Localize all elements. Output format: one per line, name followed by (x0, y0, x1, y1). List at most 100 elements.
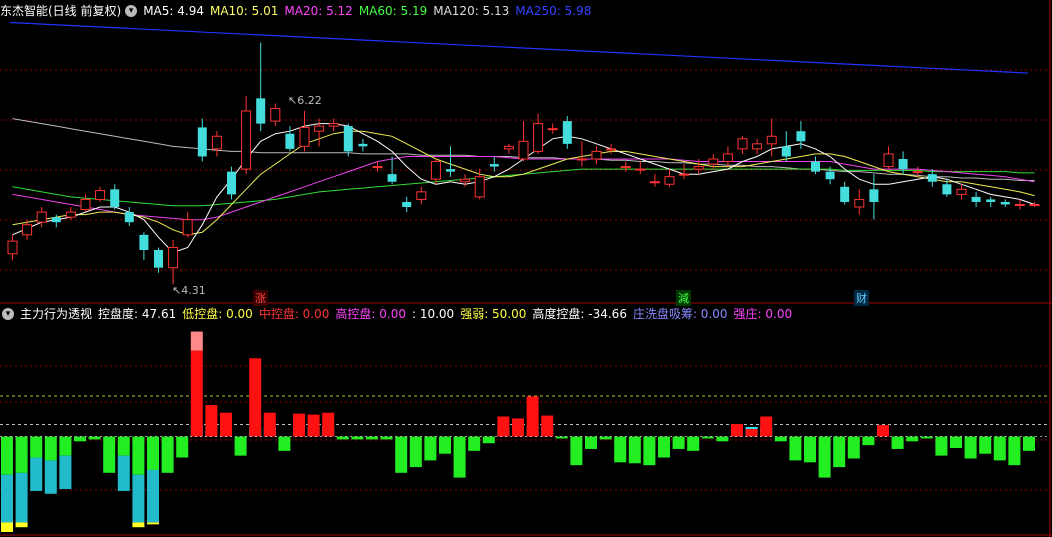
indicator-bar-negative (804, 436, 816, 463)
candle-body (679, 173, 690, 176)
candle-body (270, 107, 281, 122)
indicator-bar-negative (672, 436, 685, 449)
indicator-bar-negative (482, 436, 495, 444)
candle-body (22, 224, 33, 236)
candle-body (547, 128, 558, 131)
indicator-bar-negative (453, 436, 466, 478)
indicator-bar-negative (132, 436, 145, 475)
candle-body (927, 174, 937, 182)
indicator-bar-negative (687, 436, 700, 451)
chevron-down-icon[interactable]: ▾ (2, 308, 14, 320)
candle-body (606, 148, 617, 151)
indicator-bar-negative (1023, 436, 1035, 451)
indicator-bar-negative (234, 436, 247, 456)
indicator-bar-positive (526, 396, 539, 437)
indicator-bar-negative (979, 436, 992, 454)
indicator-bar-cyan (15, 472, 28, 523)
candle-body (942, 184, 952, 195)
candle-body (722, 153, 733, 163)
candle-body (168, 246, 179, 269)
indicator-bar-negative (818, 436, 831, 478)
candle-body (518, 140, 529, 160)
candle-body (752, 143, 763, 150)
candle-body (256, 98, 266, 124)
indicator-bar-yellow (132, 522, 145, 528)
indicator-bar-negative (30, 436, 43, 458)
candle-body (139, 234, 149, 250)
indicator-bar-negative (351, 436, 364, 440)
candle-body (402, 201, 412, 208)
indicator-bar-positive (541, 415, 554, 437)
indicator-bar-negative (74, 436, 86, 442)
indicator-bar-negative (147, 436, 159, 470)
event-tag-finance[interactable]: 财 (854, 290, 869, 306)
candle-body (883, 153, 894, 168)
indicator-legend-item-2: 中控盘: 0.00 (258, 307, 330, 321)
candle-body (474, 176, 485, 198)
candle-body (986, 199, 996, 202)
ma-legend-item-1: MA10: 5.01 (209, 4, 279, 18)
indicator-bar-positive (293, 413, 305, 437)
candle-body (649, 181, 660, 184)
indicator-bar-negative (424, 436, 437, 461)
candle-body (328, 123, 339, 127)
indicator-legend-item-6: 高度控盘: -34.66 (532, 307, 627, 321)
low-price-value: 4.31 (181, 284, 206, 297)
indicator-bar-negative (599, 436, 612, 440)
event-tag-rise[interactable]: 涨 (253, 290, 268, 306)
candle-body (489, 164, 499, 167)
ma-legend-item-3: MA60: 5.19 (358, 4, 428, 18)
indicator-bar-yellow (15, 522, 28, 528)
high-price-label: ↖6.22 (288, 94, 322, 107)
indicator-bar-negative (395, 436, 408, 473)
candle-body (591, 150, 602, 160)
indicator-bar-negative (278, 436, 291, 451)
candle-body (197, 127, 207, 157)
indicator-bar-positive (512, 418, 524, 437)
candle-body (241, 110, 252, 170)
candle-body (766, 135, 777, 145)
indicator-bar-negative (891, 436, 904, 449)
candle-body (51, 217, 61, 223)
indicator-legend-item-8: 强庄: 0.00 (733, 307, 793, 321)
indicator-legend-item-7: 庄洗盘吸筹: 0.00 (632, 307, 728, 321)
indicator-bar-negative (1, 436, 13, 475)
candle-body (343, 126, 353, 152)
candle-body (446, 169, 455, 172)
candle-body (314, 125, 325, 132)
indicator-bar-negative (380, 436, 393, 440)
event-tag-reduce[interactable]: 減 (676, 290, 691, 306)
low-price-label: ↖4.31 (172, 284, 206, 297)
indicator-bar-negative (993, 436, 1006, 461)
indicator-bar-negative (570, 436, 583, 466)
candle-body (285, 133, 295, 149)
indicator-header: ▾ 主力行为透视 控盘度: 47.61 低控盘: 0.00 中控盘: 0.00 高控盘… (0, 306, 804, 322)
indicator-bar-yellow (1, 522, 13, 532)
candle-body (299, 126, 310, 147)
indicator-bar-negative (789, 436, 802, 461)
indicator-bar-yellow (147, 522, 159, 525)
indicator-bar-negative (585, 436, 597, 449)
candle-body (562, 121, 572, 144)
candle-body (460, 178, 471, 183)
indicator-bar-negative (15, 436, 28, 473)
chevron-down-icon[interactable]: ▾ (125, 5, 138, 17)
candle-body (154, 249, 163, 268)
indicator-bar-cyan (30, 457, 43, 491)
candle-body (533, 123, 544, 152)
stock-title[interactable]: 东杰智能(日线 前复权) (0, 3, 121, 19)
indicator-bar-negative (336, 436, 349, 440)
high-price-value: 6.22 (297, 94, 322, 107)
indicator-bar-negative (906, 436, 919, 442)
indicator-bar-positive (497, 416, 510, 437)
indicator-title[interactable]: 主力行为透视 (20, 306, 92, 322)
ma-legend-item-0: MA5: 4.94 (143, 4, 204, 18)
candle-body (80, 198, 91, 211)
candle-body (416, 191, 427, 200)
candle-body (503, 145, 514, 150)
candle-body (869, 189, 879, 202)
candle-body (36, 211, 47, 223)
indicator-legend-item-1: 低控盘: 0.00 (182, 307, 253, 321)
candle-body (620, 166, 631, 169)
indicator-bar-negative (44, 436, 57, 461)
